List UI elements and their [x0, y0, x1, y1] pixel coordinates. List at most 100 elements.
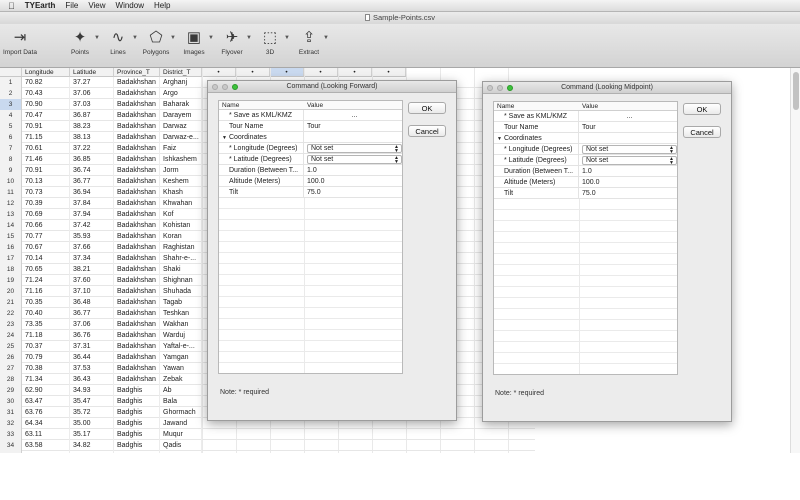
- row-number[interactable]: 25: [0, 341, 22, 352]
- table-cell[interactable]: Badakhshan: [114, 143, 160, 154]
- table-cell[interactable]: 36.48: [70, 297, 114, 308]
- property-value[interactable]: [580, 133, 677, 144]
- table-cell[interactable]: Badakhshan: [114, 187, 160, 198]
- table-cell[interactable]: 70.40: [22, 308, 70, 319]
- table-cell[interactable]: Qala-e-Naw: [160, 451, 202, 453]
- table-cell[interactable]: 63.47: [22, 396, 70, 407]
- table-cell[interactable]: Badakhshan: [114, 297, 160, 308]
- property-row[interactable]: * Longitude (Degrees) Not set ▲ ▼: [494, 144, 677, 155]
- table-cell[interactable]: 70.13: [22, 176, 70, 187]
- menu-file[interactable]: File: [65, 1, 78, 10]
- table-cell[interactable]: 37.84: [70, 198, 114, 209]
- table-cell[interactable]: Warduj: [160, 330, 202, 341]
- row-number[interactable]: 2: [0, 88, 22, 99]
- table-cell[interactable]: 37.34: [70, 253, 114, 264]
- table-cell[interactable]: Badakhshan: [114, 264, 160, 275]
- polygons-button[interactable]: ⬠ ▼ Polygons: [139, 27, 176, 65]
- table-cell[interactable]: 70.43: [22, 88, 70, 99]
- table-cell[interactable]: 70.73: [22, 187, 70, 198]
- table-cell[interactable]: 37.06: [70, 88, 114, 99]
- table-cell[interactable]: 70.35: [22, 297, 70, 308]
- table-cell[interactable]: 70.67: [22, 242, 70, 253]
- column-header[interactable]: •: [338, 68, 372, 77]
- table-row[interactable]: 34 63.58 34.82 Badghis Qadis: [0, 440, 535, 451]
- table-cell[interactable]: Faiz: [160, 143, 202, 154]
- row-number[interactable]: 30: [0, 396, 22, 407]
- table-cell[interactable]: Badghis: [114, 440, 160, 451]
- row-number[interactable]: 15: [0, 231, 22, 242]
- table-cell[interactable]: 71.18: [22, 330, 70, 341]
- table-cell[interactable]: Ghormach: [160, 407, 202, 418]
- property-row[interactable]: ▼ Coordinates: [219, 132, 402, 143]
- row-number[interactable]: 6: [0, 132, 22, 143]
- table-cell[interactable]: Badakhshan: [114, 275, 160, 286]
- table-cell[interactable]: 35.47: [70, 396, 114, 407]
- minimize-icon[interactable]: [222, 84, 228, 90]
- row-number[interactable]: 22: [0, 308, 22, 319]
- table-cell[interactable]: 73.35: [22, 319, 70, 330]
- table-cell[interactable]: Badakhshan: [114, 220, 160, 231]
- property-value[interactable]: 1.0: [580, 166, 677, 177]
- row-number[interactable]: 1: [0, 77, 22, 88]
- table-cell[interactable]: 35.17: [70, 429, 114, 440]
- property-table[interactable]: Name Value * Save as KML/KMZ... Tour Name…: [218, 100, 403, 374]
- table-cell[interactable]: 34.82: [70, 440, 114, 451]
- property-row[interactable]: Altitude (Meters) 100.0: [494, 177, 677, 188]
- table-cell[interactable]: 70.37: [22, 341, 70, 352]
- property-table[interactable]: Name Value * Save as KML/KMZ... Tour Name…: [493, 101, 678, 375]
- table-cell[interactable]: 63.76: [22, 407, 70, 418]
- table-row[interactable]: 33 63.11 35.17 Badghis Muqur: [0, 429, 535, 440]
- table-cell[interactable]: 70.39: [22, 198, 70, 209]
- import-data-button[interactable]: ⇥ Import Data: [3, 27, 37, 65]
- table-cell[interactable]: Khwahan: [160, 198, 202, 209]
- table-cell[interactable]: Kof: [160, 209, 202, 220]
- table-cell[interactable]: 70.61: [22, 143, 70, 154]
- zoom-icon[interactable]: [507, 85, 513, 91]
- row-number[interactable]: 19: [0, 275, 22, 286]
- column-header-selected[interactable]: •: [270, 68, 304, 77]
- 3d-button[interactable]: ⬚ ▼ 3D: [253, 27, 290, 65]
- row-number[interactable]: 31: [0, 407, 22, 418]
- row-number[interactable]: 14: [0, 220, 22, 231]
- lines-button[interactable]: ∿ ▼ Lines: [101, 27, 138, 65]
- table-cell[interactable]: Badakhshan: [114, 88, 160, 99]
- row-number[interactable]: 32: [0, 418, 22, 429]
- table-cell[interactable]: 36.43: [70, 374, 114, 385]
- table-cell[interactable]: Badakhshan: [114, 99, 160, 110]
- column-header[interactable]: •: [304, 68, 338, 77]
- row-number[interactable]: 20: [0, 286, 22, 297]
- table-cell[interactable]: Khash: [160, 187, 202, 198]
- table-cell[interactable]: Badakhshan: [114, 121, 160, 132]
- table-cell[interactable]: Badakhshan: [114, 77, 160, 88]
- property-row[interactable]: * Latitude (Degrees) Not set ▲ ▼: [494, 155, 677, 166]
- table-cell[interactable]: 35.00: [70, 418, 114, 429]
- table-cell[interactable]: 71.15: [22, 132, 70, 143]
- row-number[interactable]: 17: [0, 253, 22, 264]
- table-cell[interactable]: Baharak: [160, 99, 202, 110]
- table-cell[interactable]: 36.85: [70, 154, 114, 165]
- column-header-province[interactable]: Province_T: [114, 68, 160, 77]
- table-cell[interactable]: Shahr-e-...: [160, 253, 202, 264]
- latitude-select[interactable]: Not set ▲ ▼: [582, 156, 677, 166]
- table-cell[interactable]: Kohistan: [160, 220, 202, 231]
- table-cell[interactable]: Jawand: [160, 418, 202, 429]
- menu-window[interactable]: Window: [116, 1, 144, 10]
- table-cell[interactable]: Badghis: [114, 418, 160, 429]
- property-row[interactable]: Tour Name Tour: [494, 122, 677, 133]
- table-cell[interactable]: Badghis: [114, 407, 160, 418]
- column-header[interactable]: •: [202, 68, 236, 77]
- minimize-icon[interactable]: [497, 85, 503, 91]
- table-cell[interactable]: Badghis: [114, 451, 160, 453]
- table-cell[interactable]: Wakhan: [160, 319, 202, 330]
- row-number[interactable]: 16: [0, 242, 22, 253]
- table-cell[interactable]: Arghanj: [160, 77, 202, 88]
- table-cell[interactable]: 71.34: [22, 374, 70, 385]
- table-cell[interactable]: Badakhshan: [114, 176, 160, 187]
- table-cell[interactable]: 37.03: [70, 99, 114, 110]
- property-value[interactable]: 75.0: [305, 187, 402, 198]
- table-cell[interactable]: 71.46: [22, 154, 70, 165]
- row-number[interactable]: 5: [0, 121, 22, 132]
- property-value[interactable]: 1.0: [305, 165, 402, 176]
- property-row[interactable]: Tour Name Tour: [219, 121, 402, 132]
- extract-button[interactable]: ⇪ ▼ Extract: [292, 27, 329, 65]
